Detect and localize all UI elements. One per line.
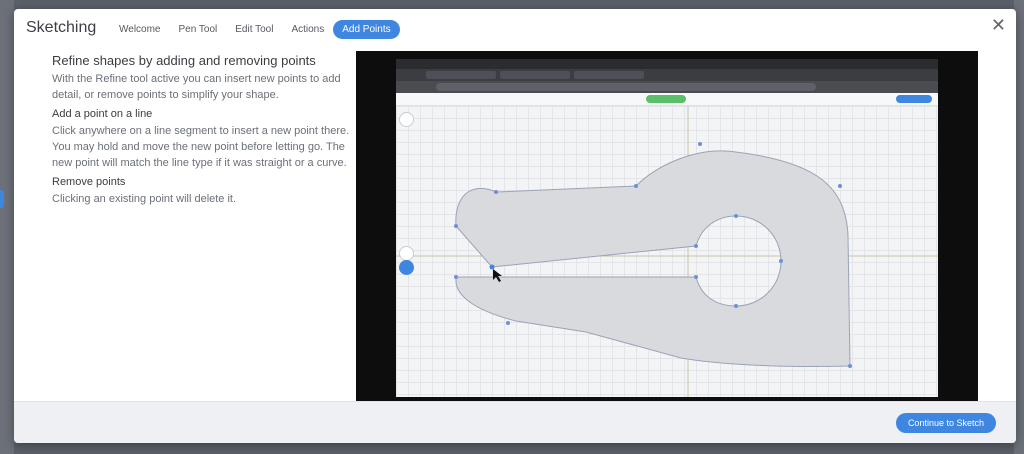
tab-bar: Welcome Pen Tool Edit Tool Actions Add P… (110, 20, 400, 39)
shape-point[interactable] (506, 321, 510, 325)
tab-actions[interactable]: Actions (282, 20, 333, 39)
browser-tab (574, 71, 644, 79)
shape-point[interactable] (694, 275, 698, 279)
shape-point[interactable] (838, 184, 842, 188)
page-side-handle[interactable] (0, 190, 4, 208)
pen-icon[interactable] (399, 246, 414, 261)
demo-video[interactable] (356, 51, 978, 401)
tab-welcome[interactable]: Welcome (110, 20, 170, 39)
tab-edit-tool[interactable]: Edit Tool (226, 20, 282, 39)
shape-point[interactable] (694, 244, 698, 248)
modal-footer: Continue to Sketch (14, 401, 1016, 443)
new-point[interactable] (489, 264, 495, 270)
section-heading: Refine shapes by adding and removing poi… (52, 53, 316, 68)
share-pill (896, 95, 932, 103)
refine-tool-icon[interactable] (399, 260, 414, 275)
sketch-shape (455, 150, 851, 368)
tab-add-points[interactable]: Add Points (333, 20, 400, 39)
remove-points-text: Clicking an existing point will delete i… (52, 193, 237, 205)
home-icon[interactable] (399, 112, 414, 127)
browser-tab (426, 71, 496, 79)
shape-point[interactable] (734, 304, 738, 308)
browser-tab-strip (396, 69, 938, 81)
shape-point[interactable] (698, 142, 702, 146)
browser-tab (500, 71, 570, 79)
shape-point[interactable] (454, 224, 458, 228)
modal-title: Sketching (26, 19, 97, 36)
sketch-shape-svg (396, 106, 938, 397)
address-bar (396, 81, 938, 93)
shape-point[interactable] (779, 259, 783, 263)
sketch-canvas (396, 106, 938, 397)
shape-point[interactable] (454, 275, 458, 279)
shape-point[interactable] (634, 184, 638, 188)
instructions: Refine shapes by adding and removing poi… (52, 53, 352, 212)
continue-button[interactable]: Continue to Sketch (895, 413, 996, 433)
app-toolbar (396, 93, 938, 106)
backdrop (0, 0, 14, 454)
add-point-text: Click anywhere on a line segment to inse… (52, 125, 350, 169)
tab-pen-tool[interactable]: Pen Tool (170, 20, 227, 39)
remove-points-title: Remove points (52, 176, 126, 188)
shape-point[interactable] (734, 214, 738, 218)
modal-header: Sketching Welcome Pen Tool Edit Tool Act… (14, 9, 1016, 51)
shape-point[interactable] (848, 364, 852, 368)
url-field (436, 83, 816, 91)
status-pill (646, 95, 686, 103)
intro-text: With the Refine tool active you can inse… (52, 73, 341, 101)
mac-menu-bar (396, 59, 938, 69)
tutorial-modal: Sketching Welcome Pen Tool Edit Tool Act… (14, 9, 1016, 443)
close-icon[interactable]: ✕ (991, 16, 1006, 34)
shape-point[interactable] (494, 190, 498, 194)
video-screen (396, 59, 938, 397)
add-point-title: Add a point on a line (52, 108, 153, 120)
